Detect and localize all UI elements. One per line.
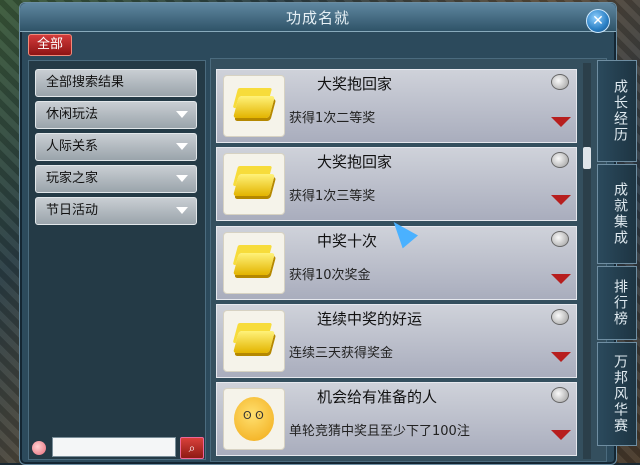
achievement-desc: 获得1次二等奖 [289,111,376,126]
category-item[interactable]: 玩家之家 [35,165,197,193]
gold-bars-icon [223,153,285,215]
side-tab-contest[interactable]: 万邦风华赛 [597,342,637,446]
close-icon[interactable]: ✕ [586,9,610,33]
medal-icon [551,231,569,247]
category-panel: 全部搜索结果 休闲玩法 人际关系 玩家之家 节日活动 [28,60,206,460]
side-tab-growth[interactable]: 成长经历 [597,60,637,162]
search-input[interactable] [52,437,176,457]
chevron-down-icon [176,143,188,150]
gold-bars-icon [223,232,285,294]
category-item[interactable]: 休闲玩法 [35,101,197,129]
search-icon[interactable]: ⌕ [180,437,204,459]
scrollbar[interactable] [583,63,591,459]
chevron-down-icon [176,175,188,182]
gold-bars-icon [223,75,285,137]
window-title: 功成名就 [285,9,350,27]
expand-arrow-icon[interactable] [551,352,571,362]
achievement-card[interactable]: 机会给有准备的人 单轮竞猜中奖且至少下了100注 [216,382,577,456]
achievement-desc: 获得10次奖金 [289,268,371,283]
gold-bars-icon [223,310,285,372]
peach-icon [32,441,46,455]
chevron-down-icon [176,207,188,214]
medal-icon [551,309,569,325]
expand-arrow-icon[interactable] [551,195,571,205]
scroll-thumb[interactable] [583,147,591,169]
category-item[interactable]: 节日活动 [35,197,197,225]
expand-arrow-icon[interactable] [551,274,571,284]
category-item[interactable]: 人际关系 [35,133,197,161]
smiley-face-icon [223,388,285,450]
side-tab-achievements[interactable]: 成就集成 [597,164,637,264]
side-tab-ranking[interactable]: 排行榜 [597,266,637,340]
title-bar[interactable]: 功成名就 ✕ [20,3,616,33]
all-filter-button[interactable]: 全部 [28,34,72,56]
achievement-card[interactable]: 连续中奖的好运 连续三天获得奖金 [216,304,577,378]
achievement-title: 机会给有准备的人 [317,388,438,406]
medal-icon [551,74,569,90]
expand-arrow-icon[interactable] [551,430,571,440]
medal-icon [551,152,569,168]
achievement-card[interactable]: 大奖抱回家 获得1次二等奖 [216,69,577,143]
category-item[interactable]: 全部搜索结果 [35,69,197,97]
achievement-title: 大奖抱回家 [317,75,393,93]
achievement-desc: 单轮竞猜中奖且至少下了100注 [289,424,470,439]
search-bar: ⌕ [28,437,204,459]
achievement-desc: 获得1次三等奖 [289,189,376,204]
expand-arrow-icon[interactable] [551,117,571,127]
achievement-title: 中奖十次 [317,232,378,250]
achievement-title: 大奖抱回家 [317,153,393,171]
chevron-down-icon [176,111,188,118]
achievement-title: 连续中奖的好运 [317,310,423,328]
achievement-window: 功成名就 ✕ 全部 全部搜索结果 休闲玩法 人际关系 玩家之家 节日活动 ⌕ 大… [19,2,617,465]
achievement-desc: 连续三天获得奖金 [289,346,394,361]
achievement-card[interactable]: 大奖抱回家 获得1次三等奖 [216,147,577,221]
achievement-list: 大奖抱回家 获得1次二等奖 大奖抱回家 获得1次三等奖 中奖十次 获得10次奖金… [210,58,607,462]
medal-icon [551,387,569,403]
